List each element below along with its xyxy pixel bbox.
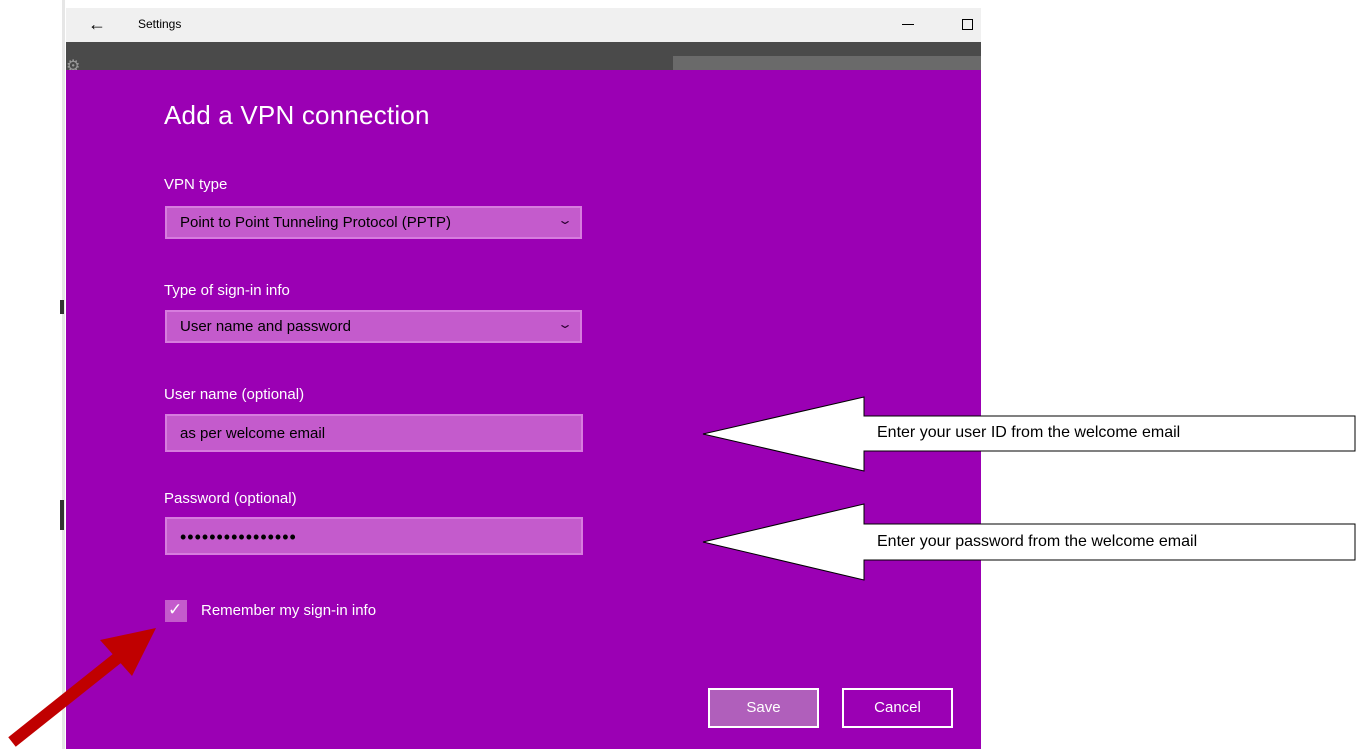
annotation-layer <box>8 396 1356 747</box>
callout-password-text: Enter your password from the welcome ema… <box>877 533 1198 550</box>
callout-user-id-text: Enter your user ID from the welcome emai… <box>877 424 1181 441</box>
red-arrow-icon <box>8 628 156 747</box>
